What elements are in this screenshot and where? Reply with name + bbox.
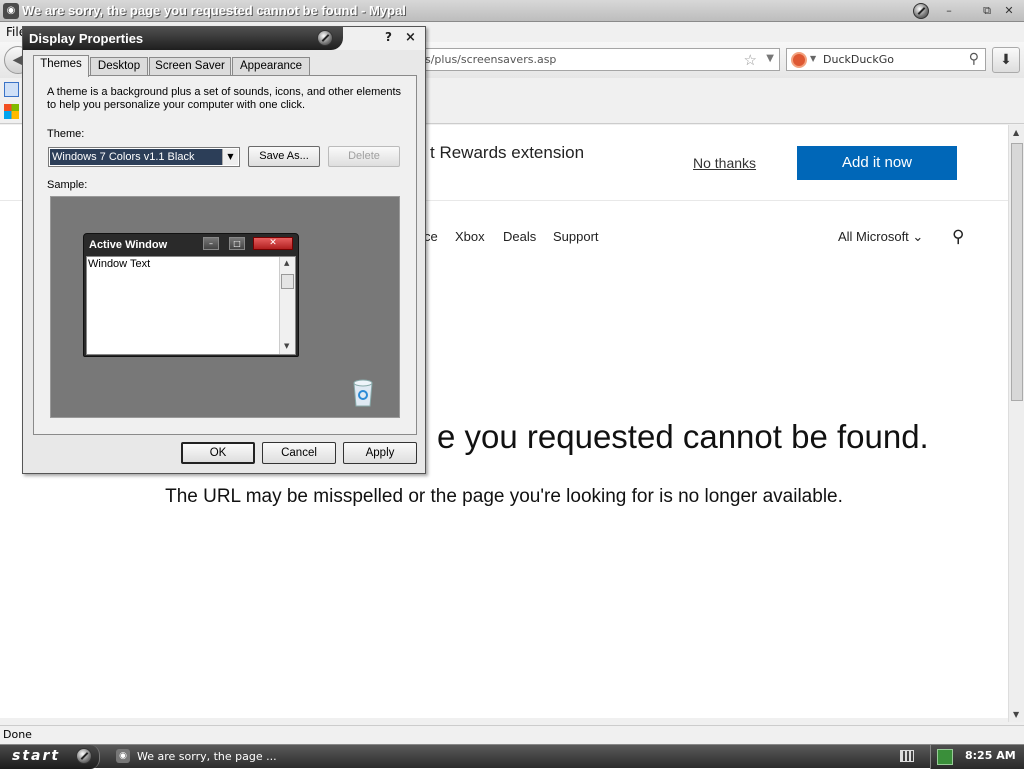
- close-button[interactable]: ✕: [1000, 3, 1018, 19]
- minimize-button[interactable]: –: [940, 3, 958, 19]
- scroll-up-icon[interactable]: ▲: [1013, 128, 1019, 137]
- start-button[interactable]: start: [0, 745, 100, 769]
- preview-scroll-up-icon: ▲: [284, 259, 290, 267]
- preview-window-text: Window Text: [88, 258, 151, 270]
- url-text: s/plus/screensavers.asp: [425, 53, 557, 66]
- dialog-title-area: Display Properties: [23, 27, 343, 50]
- save-as-button[interactable]: Save As...: [248, 146, 320, 167]
- bookmark-star-icon[interactable]: ☆: [744, 51, 757, 69]
- taskbar-item-label: We are sorry, the page ...: [137, 750, 277, 763]
- ok-button[interactable]: OK: [181, 442, 255, 464]
- download-button[interactable]: ⬇: [992, 47, 1020, 73]
- status-text: Done: [3, 728, 32, 741]
- preview-window-body: Window Text ▲ ▼: [86, 256, 296, 355]
- theme-select[interactable]: Windows 7 Colors v1.1 Black ▼: [48, 147, 240, 167]
- dialog-title: Display Properties: [29, 31, 144, 46]
- promo-text: t Rewards extension: [430, 143, 585, 162]
- error-title: e you requested cannot be found.: [437, 418, 929, 455]
- taskbar: start ◉ We are sorry, the page ... 8:25 …: [0, 744, 1024, 769]
- start-orb-icon: [76, 748, 92, 764]
- search-icon[interactable]: ⚲: [969, 51, 979, 67]
- theme-description: A theme is a background plus a set of so…: [47, 86, 402, 111]
- dialog-titlebar: Display Properties ? ×: [23, 27, 425, 50]
- preview-scroll-thumb: [281, 274, 294, 289]
- status-bar: Done: [0, 725, 1024, 744]
- theme-orb-icon: [913, 3, 929, 19]
- system-tray: 8:25 AM: [930, 745, 1024, 769]
- engine-dropdown-icon[interactable]: ▼: [810, 54, 816, 63]
- tab-desktop[interactable]: Desktop: [90, 57, 148, 76]
- clock[interactable]: 8:25 AM: [965, 749, 1016, 762]
- preview-window-title: Active Window: [89, 239, 168, 251]
- preview-scrollbar: ▲ ▼: [279, 257, 295, 354]
- error-subtitle: The URL may be misspelled or the page yo…: [165, 486, 843, 507]
- preview-scroll-down-icon: ▼: [284, 342, 290, 350]
- chevron-down-icon[interactable]: ▼: [222, 149, 238, 165]
- preview-minimize-icon: –: [203, 237, 219, 250]
- vertical-scrollbar[interactable]: ▲ ▼: [1008, 125, 1024, 722]
- themes-tab-panel: A theme is a background plus a set of so…: [33, 75, 417, 435]
- network-icon[interactable]: [937, 749, 953, 765]
- url-dropdown-icon[interactable]: ▼: [766, 53, 774, 64]
- preview-maximize-icon: □: [229, 237, 245, 250]
- tab-themes[interactable]: Themes: [33, 55, 89, 77]
- nav-item-xbox[interactable]: Xbox: [455, 229, 485, 244]
- preview-close-icon: ✕: [253, 237, 293, 250]
- microsoft-bookmark-icon[interactable]: [4, 104, 19, 119]
- taskbar-item-browser[interactable]: ◉ We are sorry, the page ...: [112, 747, 277, 767]
- browser-titlebar: ◉ We are sorry, the page you requested c…: [0, 0, 1024, 22]
- apply-button[interactable]: Apply: [343, 442, 417, 464]
- restore-button[interactable]: ⧉: [978, 3, 996, 19]
- magnifier-bookmark-icon[interactable]: [4, 82, 19, 97]
- help-button[interactable]: ?: [385, 30, 392, 44]
- nav-item-store[interactable]: ce: [424, 229, 438, 244]
- dialog-orb-icon: [317, 30, 333, 46]
- tab-appearance[interactable]: Appearance: [232, 57, 310, 76]
- tab-screen-saver[interactable]: Screen Saver: [149, 57, 231, 76]
- mypal-taskbar-icon: ◉: [116, 749, 130, 763]
- no-thanks-link[interactable]: No thanks: [693, 155, 756, 171]
- display-properties-dialog: Display Properties ? × Themes Desktop Sc…: [22, 26, 426, 474]
- start-label: start: [12, 748, 61, 764]
- dialog-close-button[interactable]: ×: [405, 30, 416, 45]
- theme-preview: Active Window – □ ✕ Window Text ▲ ▼: [50, 196, 400, 418]
- keyboard-icon[interactable]: [900, 750, 914, 762]
- mypal-app-icon: ◉: [3, 3, 19, 19]
- recycle-bin-icon: [353, 379, 373, 407]
- theme-select-value: Windows 7 Colors v1.1 Black: [50, 149, 222, 165]
- cancel-button[interactable]: Cancel: [262, 442, 336, 464]
- duckduckgo-icon[interactable]: [791, 52, 807, 68]
- sample-label: Sample:: [47, 179, 88, 191]
- nav-item-support[interactable]: Support: [553, 229, 599, 244]
- delete-button: Delete: [328, 146, 400, 167]
- all-microsoft-menu[interactable]: All Microsoft ⌄: [838, 229, 923, 245]
- add-it-now-button[interactable]: Add it now: [797, 146, 957, 180]
- theme-label: Theme:: [47, 128, 85, 140]
- scroll-down-icon[interactable]: ▼: [1013, 710, 1019, 719]
- site-search-icon[interactable]: ⚲: [952, 227, 964, 247]
- address-bar[interactable]: s/plus/screensavers.asp ☆ ▼: [410, 48, 780, 71]
- nav-item-deals[interactable]: Deals: [503, 229, 536, 244]
- preview-active-window: Active Window – □ ✕ Window Text ▲ ▼: [83, 233, 299, 357]
- scrollbar-thumb[interactable]: [1011, 143, 1023, 401]
- search-placeholder: DuckDuckGo: [823, 53, 894, 66]
- browser-title: We are sorry, the page you requested can…: [22, 3, 406, 18]
- search-bar[interactable]: ▼ DuckDuckGo ⚲: [786, 48, 986, 71]
